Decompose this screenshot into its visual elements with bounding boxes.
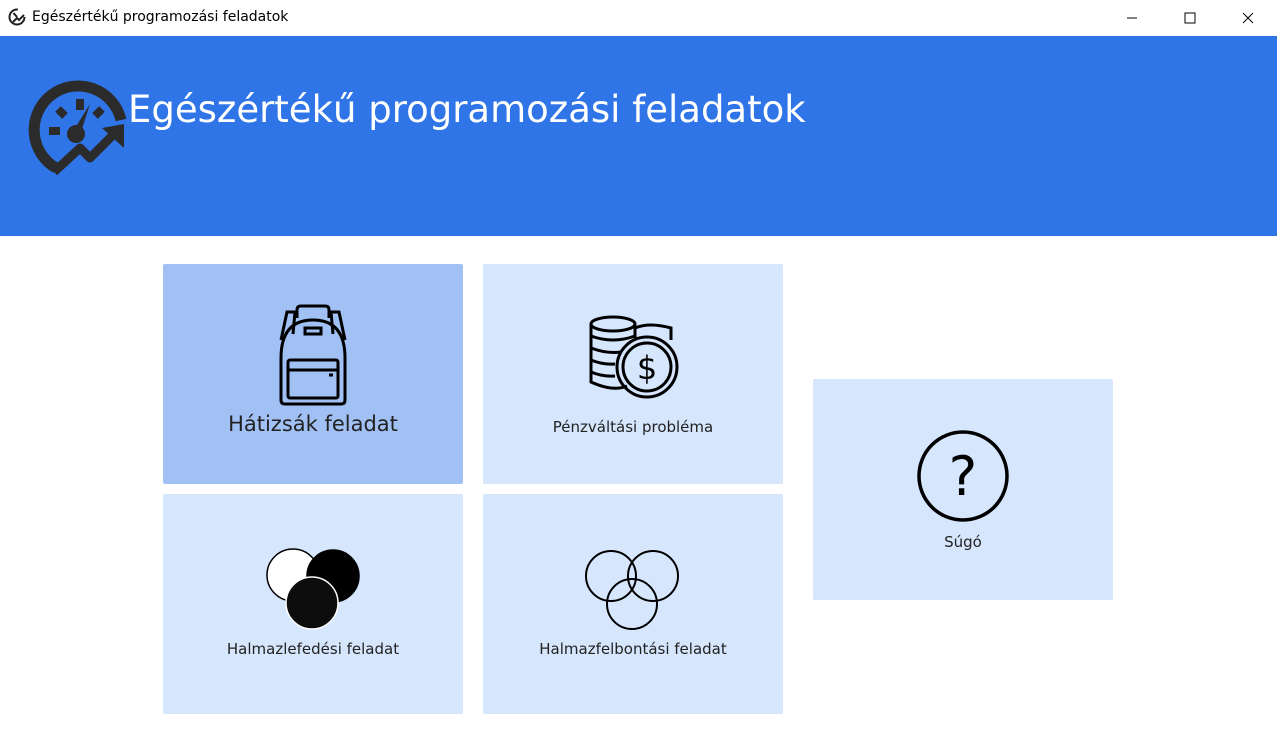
minimize-button[interactable] <box>1103 0 1161 36</box>
svg-text:$: $ <box>637 349 657 387</box>
tile-set-cover[interactable]: Halmazlefedési feladat <box>163 494 463 714</box>
tile-help[interactable]: ? Súgó <box>813 379 1113 600</box>
svg-text:?: ? <box>949 445 978 508</box>
backpack-icon <box>279 304 347 406</box>
tile-knapsack[interactable]: Hátizsák feladat <box>163 264 463 484</box>
tile-set-cover-label: Halmazlefedési feladat <box>226 640 400 658</box>
tile-coin-change[interactable]: $ Pénzváltási probléma <box>483 264 783 484</box>
page-title: Egészértékű programozási feladatok <box>128 88 806 131</box>
app-speedometer-icon <box>8 8 26 26</box>
close-button[interactable] <box>1219 0 1277 36</box>
coins-dollar-icon: $ <box>589 315 679 399</box>
question-mark-icon: ? <box>917 430 1009 522</box>
tile-set-partition[interactable]: Halmazfelbontási feladat <box>483 494 783 714</box>
window-title: Egészértékű programozási feladatok <box>32 9 289 25</box>
title-bar: Egészértékű programozási feladatok <box>0 0 1277 36</box>
tile-set-partition-label: Halmazfelbontási feladat <box>539 640 727 658</box>
tile-help-label: Súgó <box>944 533 982 551</box>
maximize-icon <box>1184 12 1196 24</box>
tile-knapsack-label: Hátizsák feladat <box>228 412 398 436</box>
maximize-button[interactable] <box>1161 0 1219 36</box>
speedometer-growth-icon <box>28 80 127 176</box>
minimize-icon <box>1127 17 1137 19</box>
set-cover-circles-icon <box>266 548 360 630</box>
close-icon <box>1242 12 1254 24</box>
tile-coin-change-label: Pénzváltási probléma <box>552 418 714 436</box>
set-partition-circles-icon <box>585 550 679 630</box>
header-banner: Egészértékű programozási feladatok <box>0 36 1277 236</box>
